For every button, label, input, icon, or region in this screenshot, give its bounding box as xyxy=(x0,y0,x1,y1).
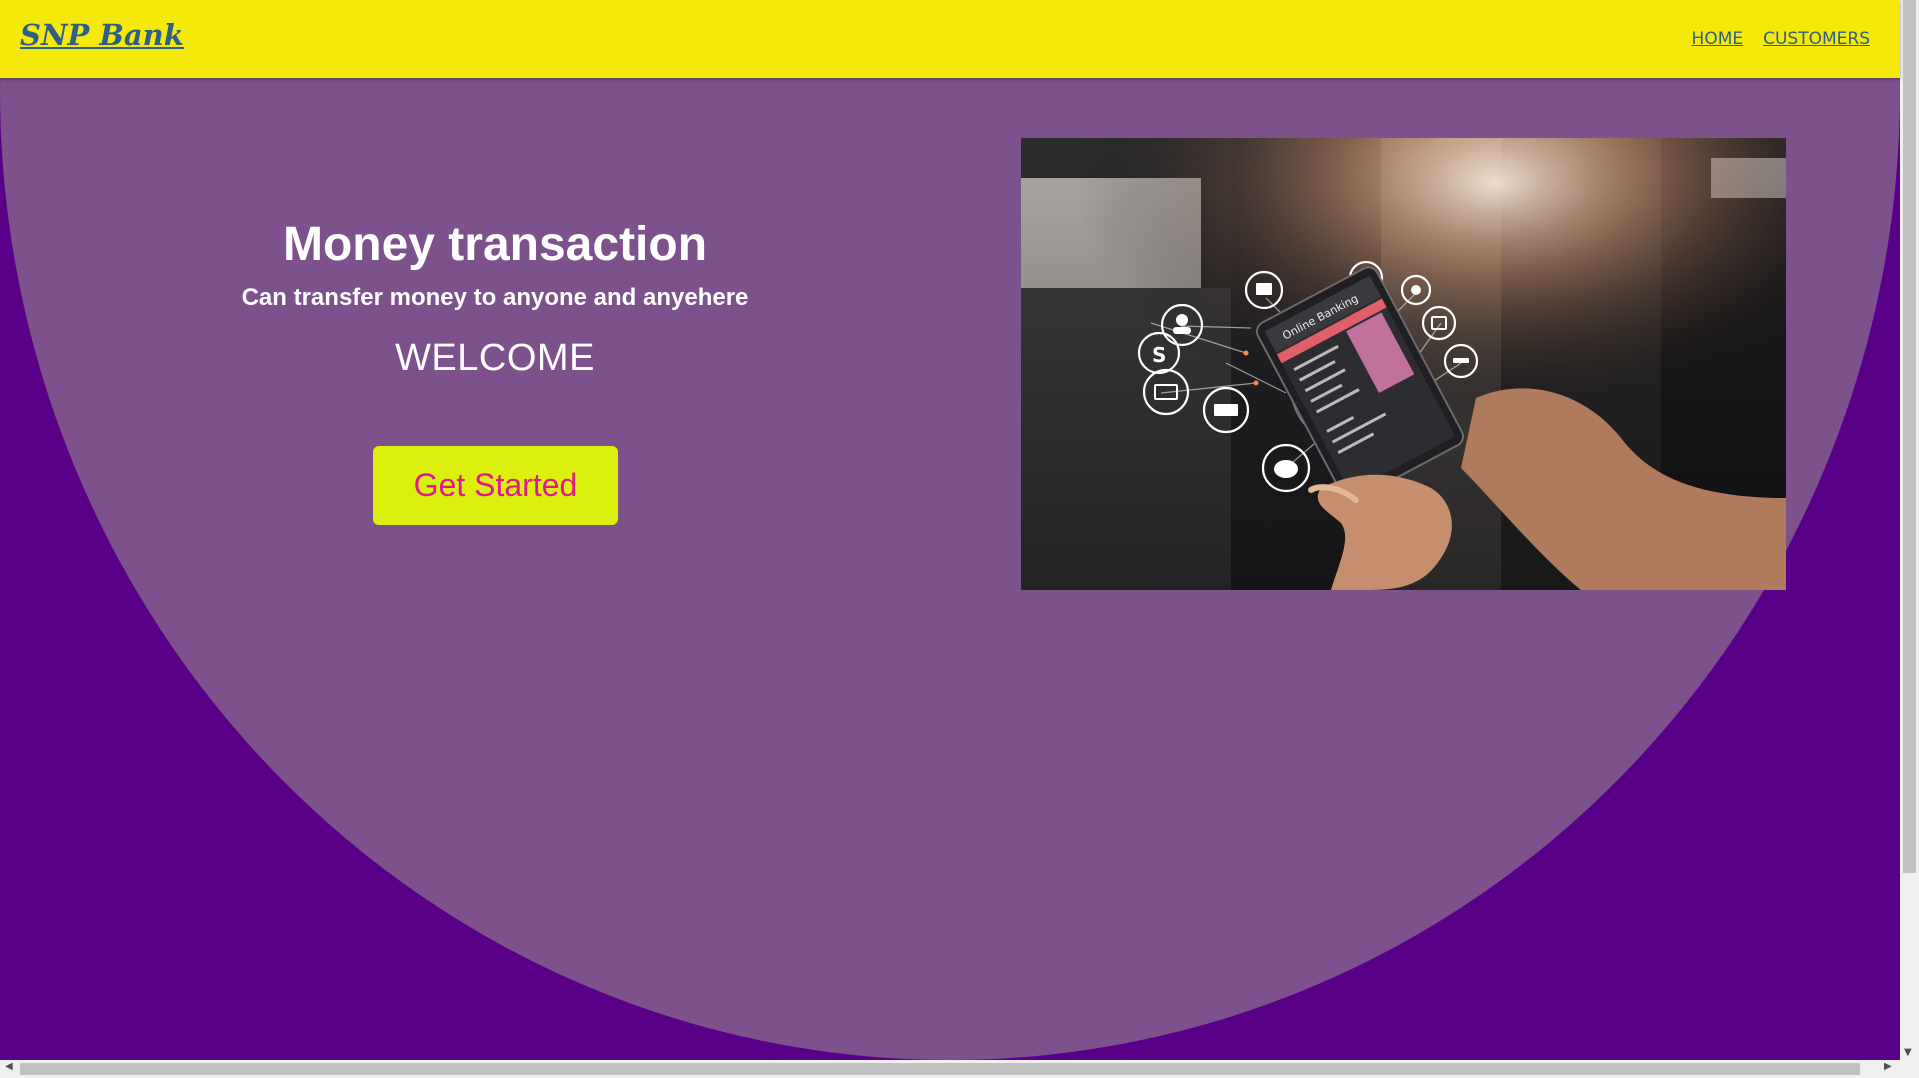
horizontal-scrollbar[interactable]: ◀ ▶ xyxy=(0,1060,1919,1078)
get-started-button[interactable]: Get Started xyxy=(373,446,618,525)
hero-subtitle: Can transfer money to anyone and anyeher… xyxy=(241,284,749,311)
nav-customers-link[interactable]: CUSTOMERS xyxy=(1763,29,1870,49)
vertical-scrollbar-thumb[interactable] xyxy=(1903,0,1916,873)
vertical-scrollbar[interactable]: ▼ xyxy=(1900,0,1919,1060)
navbar: SNP Bank HOME CUSTOMERS xyxy=(0,0,1900,78)
brand-logo[interactable]: SNP Bank xyxy=(20,18,184,52)
hero-image: S Online Banking xyxy=(1021,138,1786,590)
hero-welcome: WELCOME xyxy=(395,337,595,379)
online-banking-illustration: S Online Banking xyxy=(1021,138,1786,590)
scroll-left-arrow-icon[interactable]: ◀ xyxy=(5,1061,13,1072)
nav-links: HOME CUSTOMERS xyxy=(1692,29,1870,49)
hero-title: Money transaction xyxy=(282,218,708,271)
horizontal-scrollbar-thumb[interactable] xyxy=(20,1063,1860,1075)
page: SNP Bank HOME CUSTOMERS Money transactio… xyxy=(0,0,1919,1078)
scroll-right-arrow-icon[interactable]: ▶ xyxy=(1884,1061,1892,1072)
svg-text:S: S xyxy=(1152,343,1166,367)
nav-home-link[interactable]: HOME xyxy=(1692,29,1744,49)
scroll-down-arrow-icon[interactable]: ▼ xyxy=(1904,1047,1912,1058)
hero-text: Money transaction Can transfer money to … xyxy=(200,215,790,381)
